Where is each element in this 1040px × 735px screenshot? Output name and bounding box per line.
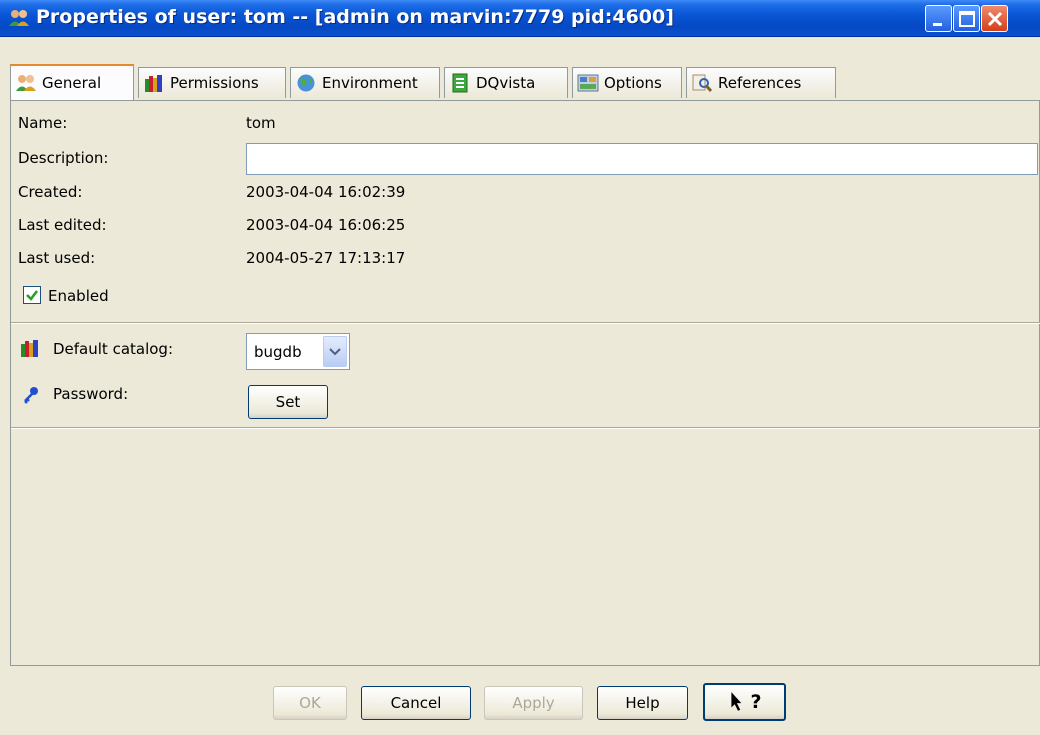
minimize-button[interactable] bbox=[925, 5, 952, 32]
tab-label: General bbox=[42, 74, 102, 92]
tab-options[interactable]: Options bbox=[572, 67, 682, 98]
enabled-checkbox[interactable] bbox=[23, 286, 41, 304]
magnifier-icon bbox=[692, 74, 713, 93]
ok-label: OK bbox=[299, 694, 321, 712]
tab-environment[interactable]: Environment bbox=[290, 67, 440, 98]
help-button[interactable]: Help bbox=[597, 686, 688, 720]
help-label: Help bbox=[625, 694, 660, 712]
tab-label: DQvista bbox=[476, 74, 536, 92]
name-label: Name: bbox=[18, 114, 68, 132]
description-label: Description: bbox=[18, 149, 109, 167]
window-title: Properties of user: tom -- [admin on mar… bbox=[36, 6, 674, 28]
last-edited-value: 2003-04-04 16:06:25 bbox=[246, 216, 406, 234]
maximize-button[interactable] bbox=[953, 5, 980, 32]
books-icon bbox=[145, 75, 162, 92]
tab-label: References bbox=[718, 74, 802, 92]
description-field[interactable] bbox=[246, 143, 1038, 175]
options-icon bbox=[577, 74, 599, 92]
maximize-icon bbox=[959, 11, 975, 27]
tab-label: Options bbox=[604, 74, 662, 92]
checkmark-icon bbox=[26, 290, 38, 301]
created-label: Created: bbox=[18, 183, 83, 201]
separator bbox=[11, 322, 1040, 324]
separator bbox=[11, 427, 1040, 429]
tab-label: Environment bbox=[322, 74, 418, 92]
close-icon bbox=[987, 11, 1003, 27]
apply-label: Apply bbox=[512, 694, 555, 712]
default-catalog-value: bugdb bbox=[254, 343, 302, 361]
dropdown-button[interactable] bbox=[323, 336, 347, 367]
minimize-icon bbox=[933, 23, 942, 26]
last-used-value: 2004-05-27 17:13:17 bbox=[246, 249, 406, 267]
default-catalog-select[interactable]: bugdb bbox=[246, 333, 350, 370]
chevron-down-icon bbox=[329, 348, 341, 356]
title-bar[interactable]: Properties of user: tom -- [admin on mar… bbox=[0, 0, 1040, 37]
tab-permissions[interactable]: Permissions bbox=[138, 67, 286, 98]
pointer-icon bbox=[731, 692, 742, 711]
apply-button[interactable]: Apply bbox=[484, 686, 583, 720]
document-icon bbox=[452, 73, 468, 93]
tab-label: Permissions bbox=[170, 74, 259, 92]
created-value: 2003-04-04 16:02:39 bbox=[246, 183, 406, 201]
users-icon bbox=[16, 75, 36, 91]
whats-this-button[interactable]: ? bbox=[703, 683, 786, 721]
tab-general[interactable]: General bbox=[10, 64, 134, 100]
ok-button[interactable]: OK bbox=[273, 686, 347, 720]
name-value: tom bbox=[246, 114, 276, 132]
tab-strip: General Permissions Environment DQvista bbox=[10, 64, 1040, 101]
last-used-label: Last used: bbox=[18, 249, 96, 267]
books-icon bbox=[21, 340, 38, 357]
whats-this-label: ? bbox=[750, 691, 762, 713]
tab-dqvista[interactable]: DQvista bbox=[444, 67, 568, 98]
cancel-label: Cancel bbox=[390, 694, 442, 712]
last-edited-label: Last edited: bbox=[18, 216, 107, 234]
globe-icon bbox=[297, 74, 315, 92]
users-icon bbox=[9, 10, 29, 26]
enabled-label: Enabled bbox=[48, 287, 109, 305]
cancel-button[interactable]: Cancel bbox=[361, 686, 471, 720]
set-label: Set bbox=[275, 393, 301, 411]
default-catalog-label: Default catalog: bbox=[53, 340, 174, 358]
password-label: Password: bbox=[53, 385, 129, 403]
key-icon bbox=[24, 387, 38, 404]
set-password-button[interactable]: Set bbox=[248, 385, 328, 419]
close-button[interactable] bbox=[981, 5, 1008, 32]
tab-references[interactable]: References bbox=[686, 67, 836, 98]
general-panel bbox=[10, 100, 1040, 666]
